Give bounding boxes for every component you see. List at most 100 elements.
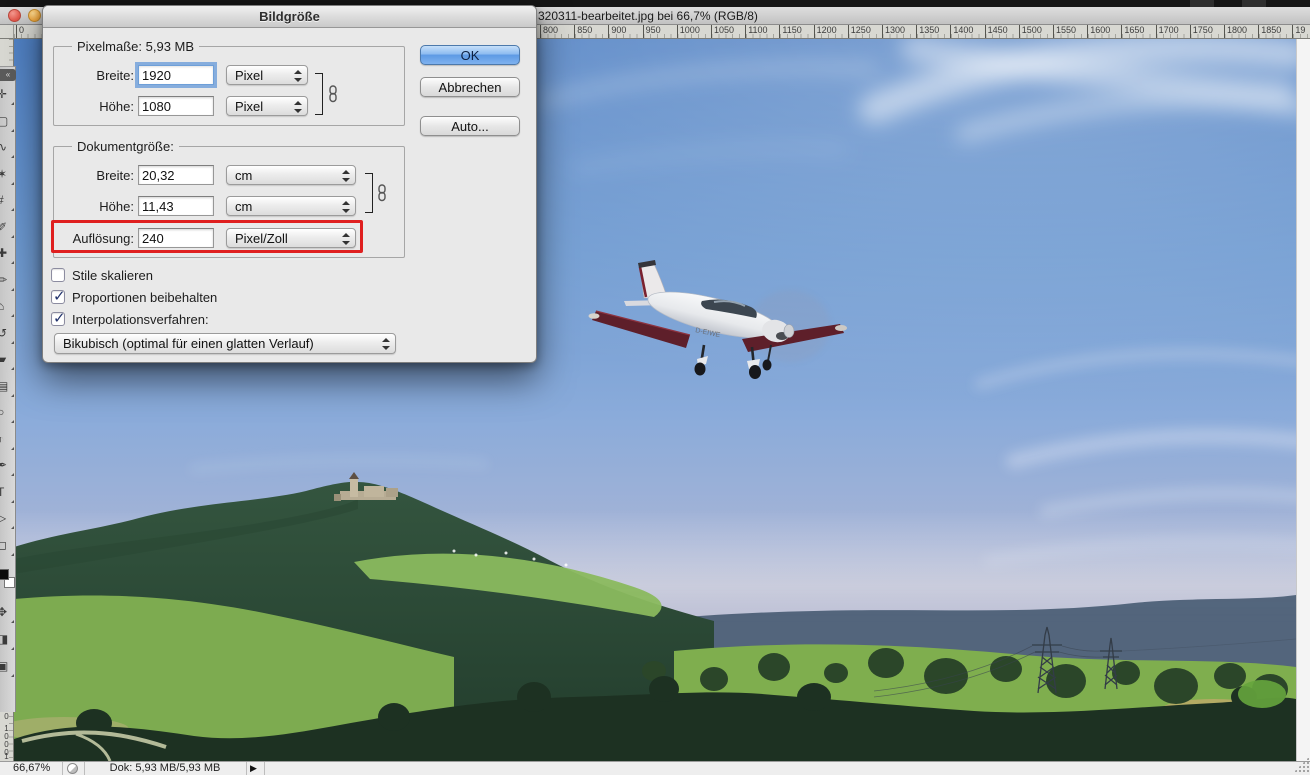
- shape-tool[interactable]: ◻: [0, 536, 16, 558]
- resample-image-checkbox[interactable]: [51, 312, 65, 326]
- shape-tool-icon: ◻: [0, 538, 7, 552]
- ruler-label: 1450: [985, 25, 1008, 38]
- color-swatches[interactable]: [0, 567, 16, 593]
- stepper-arrows-icon: [382, 337, 390, 351]
- healing-brush-tool[interactable]: ✚: [0, 244, 16, 266]
- history-brush-tool-icon: ↺: [0, 326, 7, 340]
- doc-width-input[interactable]: [138, 165, 214, 185]
- pen-tool[interactable]: ✒: [0, 456, 16, 478]
- cancel-button[interactable]: Abbrechen: [420, 77, 520, 97]
- ruler-label: 1400: [950, 25, 973, 38]
- type-tool-icon: T: [0, 485, 4, 499]
- brush-tool[interactable]: ✏: [0, 271, 16, 293]
- pixel-height-unit-value: Pixel: [235, 99, 263, 114]
- eyedropper-tool-icon: ✐: [0, 220, 7, 234]
- link-icon: [328, 85, 338, 103]
- ruler-label: 1200: [814, 25, 837, 38]
- ruler-label: 850: [574, 25, 592, 38]
- clone-stamp-tool-icon: ⌂: [0, 299, 4, 313]
- crop-tool-icon: #: [0, 193, 4, 207]
- stepper-arrows-icon: [342, 200, 350, 214]
- ruler-label: 1300: [882, 25, 905, 38]
- pixel-height-label: Höhe:: [51, 99, 134, 114]
- eraser-tool[interactable]: ▰: [0, 350, 16, 372]
- pixel-width-input[interactable]: [138, 65, 214, 85]
- pixel-width-unit-select[interactable]: Pixel: [226, 65, 308, 85]
- top-strip-tab: [1242, 0, 1266, 7]
- quick-mask-tool-icon: ◨: [0, 632, 8, 646]
- marquee-tool-icon: ▢: [0, 114, 8, 128]
- stepper-arrows-icon: [294, 69, 302, 83]
- doc-height-input[interactable]: [138, 196, 214, 216]
- annotation-highlight: [51, 220, 363, 253]
- ruler-label: 1250: [848, 25, 871, 38]
- move-tool[interactable]: ✛: [0, 85, 16, 107]
- doc-width-label: Breite:: [51, 168, 134, 183]
- screen-mode-tool[interactable]: ▣: [0, 657, 16, 679]
- auto-button[interactable]: Auto...: [420, 116, 520, 136]
- ruler-label: 1650: [1121, 25, 1144, 38]
- foreground-color-swatch[interactable]: [0, 569, 9, 580]
- status-flyout-arrow[interactable]: ▶: [250, 762, 257, 775]
- quick-mask-tool[interactable]: ◨: [0, 630, 16, 652]
- status-menu-icon[interactable]: [67, 763, 78, 774]
- path-select-tool-icon: ▷: [0, 511, 6, 525]
- dodge-tool[interactable]: ◐: [0, 430, 16, 452]
- document-sizes-status: Dok: 5,93 MB/5,93 MB: [84, 762, 246, 775]
- ruler-label: 1000: [677, 25, 700, 38]
- ruler-label: 800: [540, 25, 558, 38]
- type-tool[interactable]: T: [0, 483, 16, 505]
- clone-stamp-tool[interactable]: ⌂: [0, 297, 16, 319]
- pen-tool-icon: ✒: [0, 458, 7, 472]
- ruler-label: 900: [608, 25, 626, 38]
- history-brush-tool[interactable]: ↺: [0, 324, 16, 346]
- blur-tool[interactable]: ○: [0, 403, 16, 425]
- doc-width-unit-value: cm: [235, 168, 252, 183]
- top-strip-tab: [1190, 0, 1214, 7]
- interpolation-select[interactable]: Bikubisch (optimal für einen glatten Ver…: [54, 333, 396, 354]
- ruler-label: 950: [643, 25, 661, 38]
- hand-tool[interactable]: ✥: [0, 603, 16, 625]
- lasso-tool[interactable]: ∿: [0, 138, 16, 160]
- scale-styles-checkbox[interactable]: [51, 268, 65, 282]
- zoom-level-field[interactable]: 66,67%: [13, 762, 50, 775]
- doc-height-unit-select[interactable]: cm: [226, 196, 356, 216]
- group-legend: Dokumentgröße:: [72, 139, 179, 154]
- ruler-label: 19: [1292, 25, 1305, 38]
- dodge-tool-icon: ◐: [0, 432, 4, 446]
- screen-mode-tool-icon: ▣: [0, 659, 8, 673]
- doc-width-unit-select[interactable]: cm: [226, 165, 356, 185]
- stepper-arrows-icon: [294, 100, 302, 114]
- ruler-label: 1800: [1224, 25, 1247, 38]
- quick-select-tool-icon: ✶: [0, 167, 7, 181]
- constrain-proportions-checkbox[interactable]: [51, 290, 65, 304]
- path-select-tool[interactable]: ▷: [0, 509, 16, 531]
- ok-button[interactable]: OK: [420, 45, 520, 65]
- move-tool-icon: ✛: [0, 87, 7, 101]
- marquee-tool[interactable]: ▢: [0, 112, 16, 134]
- close-window-button[interactable]: [8, 9, 21, 22]
- link-bracket: [315, 73, 323, 115]
- quick-select-tool[interactable]: ✶: [0, 165, 16, 187]
- pixel-height-input[interactable]: [138, 96, 214, 116]
- pixel-width-label: Breite:: [51, 68, 134, 83]
- crop-tool[interactable]: #: [0, 191, 16, 213]
- ruler-label: 0: [16, 25, 24, 38]
- status-bar: 66,67% Dok: 5,93 MB/5,93 MB ▶: [0, 761, 1310, 775]
- ruler-label: 1850: [1258, 25, 1281, 38]
- ruler-corner: [0, 25, 14, 39]
- eyedropper-tool[interactable]: ✐: [0, 218, 16, 240]
- link-icon: [377, 184, 387, 202]
- pixel-height-unit-select[interactable]: Pixel: [226, 96, 308, 116]
- window-right-gutter: [1296, 39, 1310, 775]
- minimize-window-button[interactable]: [28, 9, 41, 22]
- collapse-panel-button[interactable]: «: [0, 69, 16, 81]
- gradient-tool[interactable]: ▤: [0, 377, 16, 399]
- pixel-width-unit-value: Pixel: [235, 68, 263, 83]
- divider: [246, 762, 247, 775]
- image-size-dialog: Bildgröße Pixelmaße: 5,93 MB Breite: Pix…: [42, 5, 537, 363]
- dialog-title[interactable]: Bildgröße: [43, 6, 536, 28]
- ruler-label: 1500: [1019, 25, 1042, 38]
- doc-height-label: Höhe:: [51, 199, 134, 214]
- ruler-label: 1050: [711, 25, 734, 38]
